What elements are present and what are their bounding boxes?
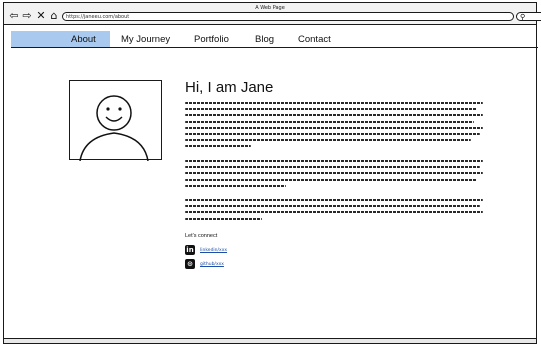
stop-icon[interactable]: ✕ <box>35 10 47 21</box>
forward-icon[interactable]: ⇨ <box>21 10 33 21</box>
search-icon: ⚲ <box>520 13 526 21</box>
github-link[interactable]: github/xxx <box>200 262 224 267</box>
search-field[interactable]: ⚲ <box>516 12 541 21</box>
nav-item-blog[interactable]: Blog <box>255 34 274 45</box>
nav-item-portfolio[interactable]: Portfolio <box>194 34 229 45</box>
url-text: https://janeeu.com/about <box>66 14 130 20</box>
github-icon: ⊙ <box>185 259 195 269</box>
address-bar[interactable]: https://janeeu.com/about <box>62 12 514 21</box>
nav-item-about[interactable]: About <box>71 34 96 45</box>
smiley-face-icon <box>79 95 149 162</box>
title-bar: A Web Page ⇦ ⇨ ✕ ⌂ https://janeeu.com/ab… <box>4 3 541 25</box>
linkedin-icon: in <box>185 245 195 255</box>
connect-label: Let's connect <box>185 233 218 239</box>
bio-paragraph-3 <box>185 199 483 224</box>
page-heading: Hi, I am Jane <box>185 79 274 96</box>
bio-paragraph-2 <box>185 160 483 191</box>
window-title: A Web Page <box>255 5 285 11</box>
top-nav: About My Journey Portfolio Blog Contact <box>11 29 538 48</box>
home-icon[interactable]: ⌂ <box>48 10 60 21</box>
nav-item-contact[interactable]: Contact <box>298 34 331 45</box>
avatar-image <box>69 80 162 162</box>
horizontal-scrollbar[interactable] <box>4 338 536 343</box>
bio-paragraph-1 <box>185 102 483 152</box>
linkedin-link[interactable]: linkedin/xxx <box>200 248 227 253</box>
back-icon[interactable]: ⇦ <box>8 10 20 21</box>
nav-item-my-journey[interactable]: My Journey <box>121 34 170 45</box>
